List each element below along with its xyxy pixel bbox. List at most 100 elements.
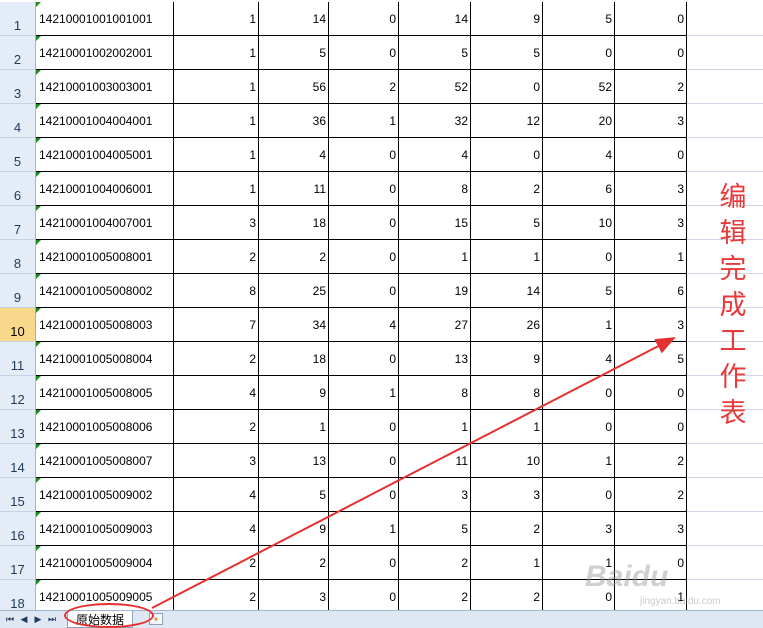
value-cell[interactable]: 0 xyxy=(329,410,399,444)
value-cell[interactable]: 3 xyxy=(399,478,471,512)
id-cell[interactable]: 14210001001001001 xyxy=(36,2,174,36)
value-cell[interactable]: 52 xyxy=(543,70,615,104)
value-cell[interactable]: 1 xyxy=(543,444,615,478)
value-cell[interactable]: 8 xyxy=(399,376,471,410)
row-header[interactable]: 13 xyxy=(0,410,36,444)
value-cell[interactable]: 3 xyxy=(543,512,615,546)
value-cell[interactable]: 5 xyxy=(399,512,471,546)
value-cell[interactable]: 6 xyxy=(615,274,687,308)
value-cell[interactable]: 6 xyxy=(543,172,615,206)
value-cell[interactable]: 14 xyxy=(471,274,543,308)
value-cell[interactable]: 0 xyxy=(615,138,687,172)
value-cell[interactable]: 2 xyxy=(174,580,259,610)
value-cell[interactable]: 0 xyxy=(329,478,399,512)
value-cell[interactable]: 25 xyxy=(259,274,329,308)
value-cell[interactable]: 13 xyxy=(399,342,471,376)
row-header[interactable]: 12 xyxy=(0,376,36,410)
value-cell[interactable]: 0 xyxy=(543,36,615,70)
row-header[interactable]: 18 xyxy=(0,580,36,610)
value-cell[interactable]: 4 xyxy=(259,138,329,172)
empty-cell[interactable] xyxy=(687,70,763,104)
value-cell[interactable]: 0 xyxy=(329,138,399,172)
value-cell[interactable]: 1 xyxy=(329,376,399,410)
value-cell[interactable]: 5 xyxy=(471,36,543,70)
empty-cell[interactable] xyxy=(687,36,763,70)
sheet-tab[interactable]: 原始数据 xyxy=(67,611,134,628)
value-cell[interactable]: 8 xyxy=(399,172,471,206)
id-cell[interactable]: 14210001005009004 xyxy=(36,546,174,580)
value-cell[interactable]: 1 xyxy=(174,70,259,104)
value-cell[interactable]: 0 xyxy=(615,376,687,410)
value-cell[interactable]: 3 xyxy=(174,206,259,240)
value-cell[interactable]: 13 xyxy=(259,444,329,478)
value-cell[interactable]: 1 xyxy=(471,410,543,444)
value-cell[interactable]: 0 xyxy=(329,342,399,376)
value-cell[interactable]: 3 xyxy=(615,104,687,138)
id-cell[interactable]: 14210001003003001 xyxy=(36,70,174,104)
id-cell[interactable]: 14210001005008001 xyxy=(36,240,174,274)
value-cell[interactable]: 5 xyxy=(543,274,615,308)
value-cell[interactable]: 1 xyxy=(259,410,329,444)
value-cell[interactable]: 1 xyxy=(174,2,259,36)
value-cell[interactable]: 0 xyxy=(329,36,399,70)
id-cell[interactable]: 14210001004004001 xyxy=(36,104,174,138)
value-cell[interactable]: 2 xyxy=(471,580,543,610)
value-cell[interactable]: 14 xyxy=(399,2,471,36)
value-cell[interactable]: 0 xyxy=(543,410,615,444)
value-cell[interactable]: 9 xyxy=(471,342,543,376)
value-cell[interactable]: 34 xyxy=(259,308,329,342)
value-cell[interactable]: 7 xyxy=(174,308,259,342)
value-cell[interactable]: 3 xyxy=(615,512,687,546)
id-cell[interactable]: 14210001005009005 xyxy=(36,580,174,610)
value-cell[interactable]: 8 xyxy=(174,274,259,308)
value-cell[interactable]: 3 xyxy=(259,580,329,610)
value-cell[interactable]: 0 xyxy=(329,172,399,206)
value-cell[interactable]: 1 xyxy=(174,172,259,206)
value-cell[interactable]: 2 xyxy=(471,172,543,206)
value-cell[interactable]: 1 xyxy=(174,138,259,172)
value-cell[interactable]: 0 xyxy=(615,410,687,444)
value-cell[interactable]: 9 xyxy=(259,376,329,410)
value-cell[interactable]: 52 xyxy=(399,70,471,104)
id-cell[interactable]: 14210001005009003 xyxy=(36,512,174,546)
prev-sheet-button[interactable]: ◀ xyxy=(18,613,30,625)
value-cell[interactable]: 4 xyxy=(329,308,399,342)
value-cell[interactable]: 5 xyxy=(259,478,329,512)
value-cell[interactable]: 2 xyxy=(399,546,471,580)
value-cell[interactable]: 2 xyxy=(615,478,687,512)
value-cell[interactable]: 4 xyxy=(399,138,471,172)
value-cell[interactable]: 1 xyxy=(174,36,259,70)
value-cell[interactable]: 4 xyxy=(174,478,259,512)
value-cell[interactable]: 2 xyxy=(174,342,259,376)
id-cell[interactable]: 14210001005008002 xyxy=(36,274,174,308)
id-cell[interactable]: 14210001004005001 xyxy=(36,138,174,172)
value-cell[interactable]: 2 xyxy=(259,546,329,580)
value-cell[interactable]: 2 xyxy=(471,512,543,546)
value-cell[interactable]: 9 xyxy=(471,2,543,36)
value-cell[interactable]: 1 xyxy=(471,546,543,580)
value-cell[interactable]: 10 xyxy=(471,444,543,478)
value-cell[interactable]: 0 xyxy=(329,580,399,610)
value-cell[interactable]: 56 xyxy=(259,70,329,104)
row-header[interactable]: 6 xyxy=(0,172,36,206)
first-sheet-button[interactable]: ⏮ xyxy=(4,613,16,625)
row-header[interactable]: 11 xyxy=(0,342,36,376)
value-cell[interactable]: 5 xyxy=(399,36,471,70)
value-cell[interactable]: 1 xyxy=(399,240,471,274)
value-cell[interactable]: 5 xyxy=(259,36,329,70)
value-cell[interactable]: 0 xyxy=(543,478,615,512)
value-cell[interactable]: 3 xyxy=(615,172,687,206)
value-cell[interactable]: 0 xyxy=(615,36,687,70)
row-header[interactable]: 4 xyxy=(0,104,36,138)
value-cell[interactable]: 26 xyxy=(471,308,543,342)
row-header[interactable]: 9 xyxy=(0,274,36,308)
value-cell[interactable]: 0 xyxy=(471,70,543,104)
value-cell[interactable]: 3 xyxy=(615,206,687,240)
value-cell[interactable]: 11 xyxy=(399,444,471,478)
empty-cell[interactable] xyxy=(687,512,763,546)
next-sheet-button[interactable]: ▶ xyxy=(32,613,44,625)
value-cell[interactable]: 1 xyxy=(471,240,543,274)
value-cell[interactable]: 2 xyxy=(259,240,329,274)
value-cell[interactable]: 1 xyxy=(399,410,471,444)
value-cell[interactable]: 2 xyxy=(615,444,687,478)
